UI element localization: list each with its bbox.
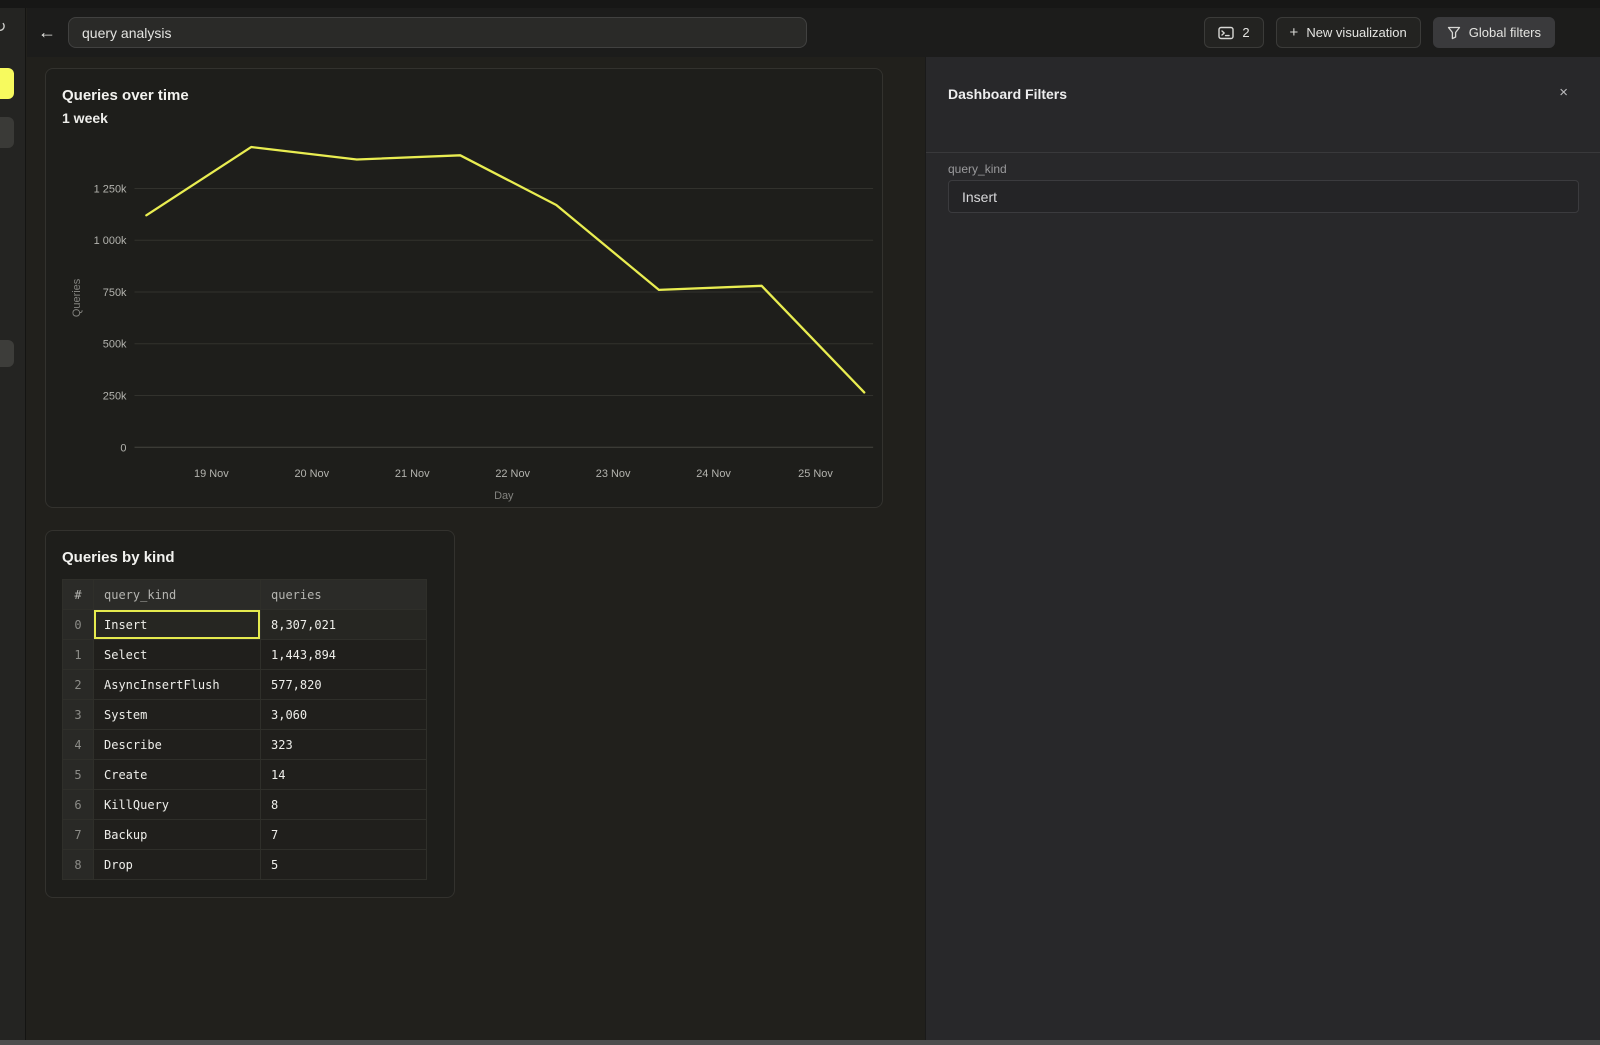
global-filters-button[interactable]: Global filters [1433,17,1555,48]
table-row: 3System3,060 [63,700,427,730]
window-bottom-edge [0,1040,1600,1045]
queries-over-time-card: 0 250k 500k 750k 1 000k 1 250k 19 Nov 20 Nov 21 … [45,68,883,508]
filters-panel-title: Dashboard Filters [948,86,1067,102]
table-row: 2AsyncInsertFlush577,820 [63,670,427,700]
table-body: 0Insert8,307,0211Select1,443,8942AsyncIn… [63,610,427,880]
x-tick-label: 22 Nov [495,468,530,480]
query-kind-cell[interactable]: Backup [94,820,261,850]
y-tick-label: 1 000k [94,235,127,247]
row-index: 0 [63,610,94,640]
queries-cell[interactable]: 8 [261,790,427,820]
table-row: 0Insert8,307,021 [63,610,427,640]
y-tick-label: 500k [103,339,127,351]
query-kind-cell[interactable]: Select [94,640,261,670]
row-index: 6 [63,790,94,820]
queries-cell[interactable]: 8,307,021 [261,610,427,640]
y-tick-label: 250k [103,390,127,402]
y-axis-title: Queries [71,278,83,317]
row-index: 4 [63,730,94,760]
new-visualization-button[interactable]: + New visualization [1276,17,1421,48]
rail-thumbnail-active[interactable] [0,68,14,99]
queries-cell[interactable]: 577,820 [261,670,427,700]
x-tick-label: 21 Nov [395,468,430,480]
column-header: queries [261,580,427,610]
table-row: 5Create14 [63,760,427,790]
filter-funnel-icon [1447,26,1461,40]
new-visualization-label: New visualization [1306,25,1406,40]
chart-title: Queries over time [62,87,189,104]
x-tick-label: 24 Nov [696,468,731,480]
query-kind-cell[interactable]: Drop [94,850,261,880]
chart-subtitle: 1 week [62,110,108,126]
row-index: 1 [63,640,94,670]
table-header: #query_kindqueries [63,580,427,610]
queries-cell[interactable]: 5 [261,850,427,880]
row-index: 7 [63,820,94,850]
query-kind-cell[interactable]: System [94,700,261,730]
query-kind-cell[interactable]: KillQuery [94,790,261,820]
x-tick-label: 23 Nov [596,468,631,480]
x-tick-label: 19 Nov [194,468,229,480]
series-line [146,147,864,392]
queries-over-time-chart: 0 250k 500k 750k 1 000k 1 250k 19 Nov 20 Nov 21 … [46,69,882,507]
queries-cell[interactable]: 14 [261,760,427,790]
window-top-edge [0,0,1600,8]
sql-console-icon [1218,26,1234,40]
rail-thumbnail[interactable] [0,340,14,367]
x-axis-title: Day [494,490,514,502]
table-row: 6KillQuery8 [63,790,427,820]
query-kind-cell[interactable]: Insert [94,610,261,640]
global-filters-label: Global filters [1469,25,1541,40]
console-count: 2 [1242,25,1249,40]
table-title: Queries by kind [62,549,175,566]
query-kind-cell[interactable]: Create [94,760,261,790]
queries-cell[interactable]: 3,060 [261,700,427,730]
queries-cell[interactable]: 323 [261,730,427,760]
left-rail: ↻ [0,8,26,1040]
table-row: 8Drop5 [63,850,427,880]
y-tick-label: 750k [103,287,127,299]
topbar: ← 2 + New visualization Global filters [27,8,1600,57]
row-index: 5 [63,760,94,790]
column-header: # [63,580,94,610]
queries-cell[interactable]: 1,443,894 [261,640,427,670]
y-tick-label: 1 250k [94,183,127,195]
close-icon[interactable]: × [1559,84,1568,101]
query-kind-cell[interactable]: Describe [94,730,261,760]
filters-panel-header: Dashboard Filters × [926,57,1600,153]
queries-cell[interactable]: 7 [261,820,427,850]
query-kind-filter-label: query_kind [948,162,1007,176]
back-button[interactable]: ← [27,22,67,43]
rail-thumbnail[interactable] [0,117,14,148]
y-tick-label: 0 [120,442,126,454]
column-header: query_kind [94,580,261,610]
row-index: 8 [63,850,94,880]
table-row: 7Backup7 [63,820,427,850]
dashboard-canvas: 0250k500k750k1 000k1 250k19 Nov20 Nov21 … [27,57,925,1045]
queries-by-kind-table: #query_kindqueries 0Insert8,307,0211Sele… [62,579,427,880]
row-index: 2 [63,670,94,700]
refresh-icon[interactable]: ↻ [0,20,6,36]
queries-by-kind-card: Queries by kind #query_kindqueries 0Inse… [45,530,455,898]
table-row: 1Select1,443,894 [63,640,427,670]
table-row: 4Describe323 [63,730,427,760]
plus-icon: + [1290,24,1299,41]
topbar-actions: 2 + New visualization Global filters [1204,17,1555,48]
query-kind-cell[interactable]: AsyncInsertFlush [94,670,261,700]
x-tick-label: 25 Nov [798,468,833,480]
row-index: 3 [63,700,94,730]
dashboard-title-input[interactable] [68,17,807,48]
console-count-button[interactable]: 2 [1204,17,1263,48]
dashboard-filters-panel: Dashboard Filters × query_kind [925,57,1600,1045]
x-tick-label: 20 Nov [294,468,329,480]
query-kind-filter-input[interactable] [948,180,1579,213]
